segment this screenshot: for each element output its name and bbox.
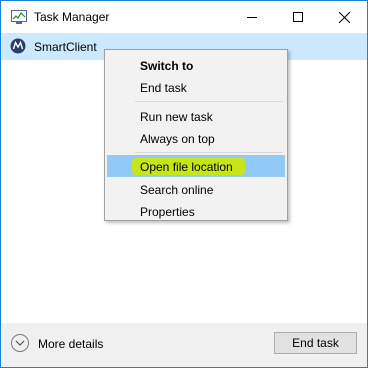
menu-item-label: Run new task — [140, 110, 213, 124]
close-icon — [338, 11, 350, 23]
menu-separator — [135, 101, 283, 102]
menu-item-label: Switch to — [140, 59, 194, 73]
menu-item-label: End task — [140, 81, 187, 95]
chevron-down-icon — [11, 334, 29, 352]
more-details-label: More details — [38, 337, 104, 351]
more-details-toggle[interactable]: More details — [11, 333, 131, 355]
menu-item-open-file-location[interactable]: Open file location — [107, 155, 285, 177]
menu-item-search-online[interactable]: Search online — [107, 178, 285, 200]
process-name: SmartClient — [34, 40, 97, 54]
context-menu: Switch to End task Run new task Always o… — [104, 49, 288, 221]
menu-item-end-task[interactable]: End task — [107, 76, 285, 98]
maximize-button[interactable] — [275, 1, 321, 33]
menu-item-always-on-top[interactable]: Always on top — [107, 127, 285, 149]
maximize-icon — [293, 12, 303, 22]
smartclient-icon — [10, 38, 26, 54]
menu-item-label: Always on top — [140, 132, 215, 146]
menu-item-switch-to[interactable]: Switch to — [107, 54, 285, 76]
footer-bar: More details End task — [1, 323, 367, 367]
task-manager-window: Task Manager SmartClient Switch to End t… — [0, 0, 368, 368]
end-task-button[interactable]: End task — [274, 332, 357, 354]
menu-item-label: Search online — [140, 183, 214, 197]
task-manager-icon — [11, 10, 27, 24]
menu-item-label: Open file location — [140, 160, 233, 174]
menu-item-properties[interactable]: Properties — [107, 200, 285, 222]
minimize-icon — [247, 17, 257, 18]
title-bar[interactable]: Task Manager — [1, 1, 367, 33]
menu-item-run-new-task[interactable]: Run new task — [107, 105, 285, 127]
close-button[interactable] — [321, 1, 367, 33]
menu-separator — [135, 152, 283, 153]
window-title: Task Manager — [34, 10, 110, 24]
minimize-button[interactable] — [229, 1, 275, 33]
menu-item-label: Properties — [140, 205, 195, 219]
